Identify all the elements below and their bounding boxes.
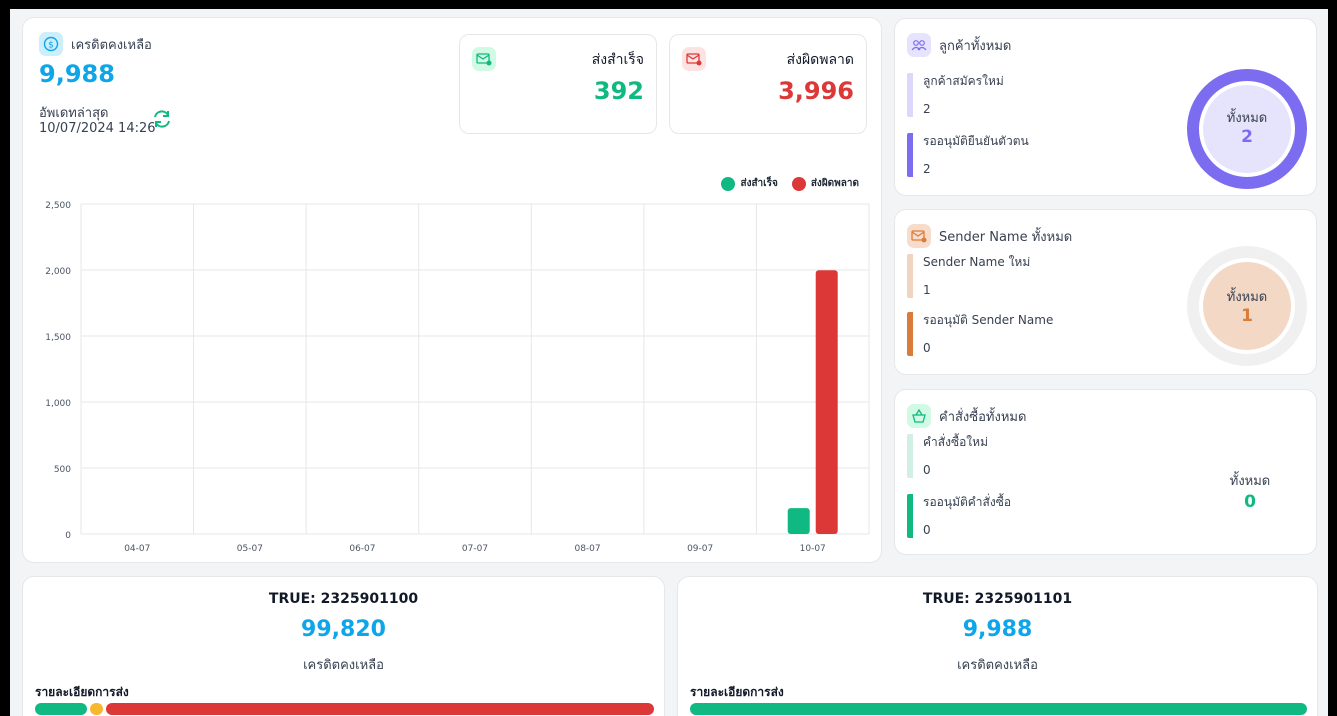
sender-total-value: 1 — [1241, 306, 1253, 326]
sender-new-label: Sender Name ใหม่ — [923, 255, 1031, 269]
account-1-detail-label: รายละเอียดการส่ง — [35, 685, 129, 699]
orders-title: คำสั่งซื้อทั้งหมด — [939, 409, 1027, 425]
account-2-phone: TRUE: 2325901101 — [922, 591, 1073, 607]
sender-title: Sender Name ทั้งหมด — [939, 229, 1073, 245]
customers-donut: ทั้งหมด 2 — [1185, 67, 1309, 191]
orders-pending-label: รออนุมัติคำสั่งซื้อ — [923, 495, 1012, 509]
sender-pending-row: รออนุมัติ Sender Name 0 — [907, 312, 1053, 356]
account-2-balance: 9,988 — [962, 617, 1033, 642]
refresh-icon[interactable] — [151, 108, 173, 130]
account-2-success-bar — [690, 703, 1307, 715]
sender-donut: ทั้งหมด 1 — [1185, 244, 1309, 368]
customers-total-value: 2 — [1241, 127, 1253, 147]
dashboard: $ เครดิตคงเหลือ 9,988 อัพเดทล่าสุด 10/07… — [10, 9, 1328, 716]
basket-icon — [907, 404, 931, 428]
x-tick-label: 07-07 — [462, 544, 488, 554]
credit-label: เครดิตคงเหลือ — [71, 37, 152, 53]
coin-icon: $ — [39, 32, 63, 56]
sender-total-label: ทั้งหมด — [1226, 290, 1268, 305]
sender-header: Sender Name ทั้งหมด — [907, 224, 1072, 248]
account-1-failed-bar — [106, 703, 654, 715]
bar-success — [787, 508, 810, 534]
y-tick-label: 0 — [65, 531, 71, 541]
success-stat-card: ส่งสำเร็จ 392 — [459, 34, 657, 134]
sender-new-value: 1 — [923, 283, 931, 297]
bar-failed — [815, 270, 838, 534]
updated-time: 10/07/2024 14:26 — [39, 121, 156, 136]
x-tick-label: 08-07 — [574, 544, 600, 554]
users-icon — [907, 33, 931, 57]
mail-icon — [907, 224, 931, 248]
customers-title: ลูกค้าทั้งหมด — [939, 38, 1012, 54]
updated-label: อัพเดทล่าสุด — [39, 106, 109, 121]
y-tick-label: 2,500 — [45, 201, 71, 211]
account-1-balance: 99,820 — [301, 617, 386, 642]
customers-header: ลูกค้าทั้งหมด — [907, 33, 1011, 57]
orders-total: ทั้งหมด 0 — [1195, 470, 1305, 520]
failed-stat-card: ส่งผิดพลาด 3,996 — [669, 34, 867, 134]
failed-value: 3,996 — [778, 77, 854, 105]
account-card-2: TRUE: 2325901101 9,988 เครดิตคงเหลือ ราย… — [677, 576, 1318, 716]
account-1-pending-bar — [90, 703, 103, 715]
sender-pending-label: รออนุมัติ Sender Name — [923, 313, 1054, 327]
customers-card: ลูกค้าทั้งหมด ลูกค้าสมัครใหม่ 2 รออนุมัต… — [894, 18, 1317, 196]
x-tick-label: 10-07 — [800, 544, 826, 554]
sender-pending-value: 0 — [923, 341, 931, 355]
mail-check-icon — [472, 47, 496, 71]
customers-total-label: ทั้งหมด — [1226, 111, 1268, 126]
credit-header: $ เครดิตคงเหลือ — [39, 32, 152, 56]
account-1-success-bar — [35, 703, 87, 715]
orders-total-label: ทั้งหมด — [1229, 474, 1271, 489]
account-2-balance-label: เครดิตคงเหลือ — [957, 658, 1038, 673]
x-tick-label: 05-07 — [237, 544, 263, 554]
y-tick-label: 2,000 — [45, 267, 71, 277]
y-tick-label: 500 — [54, 465, 71, 475]
customers-new-row: ลูกค้าสมัครใหม่ 2 — [907, 73, 1004, 117]
credit-value: 9,988 — [39, 60, 115, 88]
x-tick-label: 06-07 — [349, 544, 375, 554]
orders-header: คำสั่งซื้อทั้งหมด — [907, 404, 1026, 428]
customers-pending-value: 2 — [923, 162, 931, 176]
account-card-1: TRUE: 2325901100 99,820 เครดิตคงเหลือ รา… — [22, 576, 665, 716]
x-tick-label: 04-07 — [124, 544, 150, 554]
customers-pending-row: รออนุมัติยืนยันตัวตน 2 — [907, 133, 1029, 177]
orders-pending-row: รออนุมัติคำสั่งซื้อ 0 — [907, 494, 1011, 538]
account-1-balance-label: เครดิตคงเหลือ — [303, 658, 384, 673]
success-label: ส่งสำเร็จ — [591, 52, 644, 68]
customers-new-value: 2 — [923, 102, 931, 116]
orders-new-row: คำสั่งซื้อใหม่ 0 — [907, 434, 988, 478]
orders-pending-value: 0 — [923, 523, 931, 537]
credit-card: $ เครดิตคงเหลือ 9,988 อัพเดทล่าสุด 10/07… — [22, 17, 882, 563]
sender-new-row: Sender Name ใหม่ 1 — [907, 254, 1030, 298]
x-tick-label: 09-07 — [687, 544, 713, 554]
orders-card: คำสั่งซื้อทั้งหมด คำสั่งซื้อใหม่ 0 รออนุ… — [894, 389, 1317, 555]
customers-pending-label: รออนุมัติยืนยันตัวตน — [923, 134, 1029, 148]
y-tick-label: 1,000 — [45, 399, 71, 409]
failed-label: ส่งผิดพลาด — [786, 52, 854, 68]
sender-name-card: Sender Name ทั้งหมด Sender Name ใหม่ 1 ร… — [894, 209, 1317, 375]
customers-new-label: ลูกค้าสมัครใหม่ — [923, 74, 1004, 88]
y-tick-label: 1,500 — [45, 333, 71, 343]
success-value: 392 — [593, 77, 644, 105]
orders-total-value: 0 — [1244, 492, 1256, 512]
orders-new-value: 0 — [923, 463, 931, 477]
account-2-detail-label: รายละเอียดการส่ง — [690, 685, 784, 699]
bar-chart: 2,500 2,000 1,500 1,000 500 0 04-07 05-07 06-07 0… — [45, 201, 870, 554]
mail-error-icon — [682, 47, 706, 71]
svg-text:$: $ — [48, 41, 54, 51]
orders-new-label: คำสั่งซื้อใหม่ — [923, 435, 988, 449]
account-1-phone: TRUE: 2325901100 — [268, 591, 419, 607]
